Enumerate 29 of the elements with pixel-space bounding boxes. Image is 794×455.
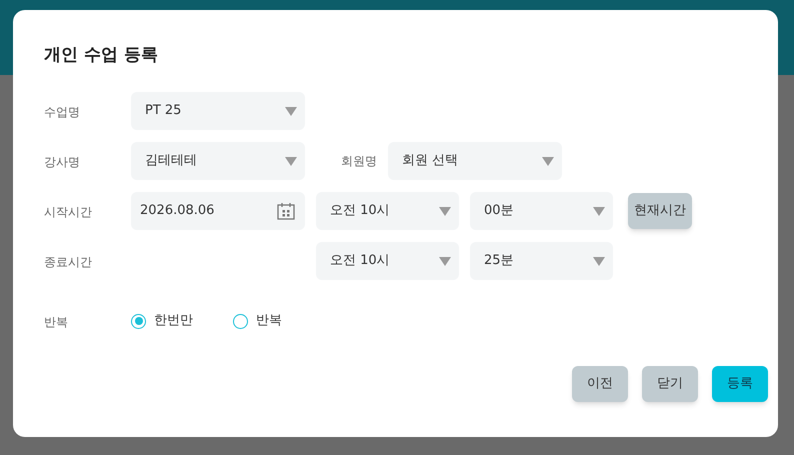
radio-option[interactable]: 한번만: [131, 311, 193, 331]
field-label: 회원명: [341, 153, 377, 170]
dropdown[interactable]: 김테테테: [131, 142, 305, 180]
register-button[interactable]: 등록: [712, 366, 768, 402]
radio-option[interactable]: 반복: [233, 311, 282, 331]
field-label: 종료시간: [44, 255, 92, 269]
dropdown[interactable]: PT 25: [131, 92, 305, 130]
caret-icon: [285, 156, 297, 166]
caret-icon: [593, 256, 605, 266]
field-label: 시작시간: [44, 205, 92, 219]
dialog-title: 개인 수업 등록: [44, 44, 159, 67]
field-label: 강사명: [44, 155, 80, 169]
caret-icon: [285, 106, 297, 116]
caret-icon: [439, 256, 451, 266]
dropdown[interactable]: 25분: [470, 242, 613, 280]
caret-icon: [439, 206, 451, 216]
calendar-icon: [277, 202, 295, 220]
caret-icon: [542, 156, 554, 166]
dropdown[interactable]: 회원 선택: [388, 142, 562, 180]
dialog-button[interactable]: 닫기: [642, 366, 698, 402]
current-time-button[interactable]: 현재시간: [628, 193, 692, 229]
field-label: 수업명: [44, 105, 80, 119]
dropdown[interactable]: 오전 10시: [316, 192, 459, 230]
caret-icon: [593, 206, 605, 216]
field-label: 반복: [44, 315, 68, 329]
dialog-button[interactable]: 이전: [572, 366, 628, 402]
dropdown[interactable]: 00분: [470, 192, 613, 230]
dropdown[interactable]: 오전 10시: [316, 242, 459, 280]
date-field[interactable]: 2026.08.06: [131, 192, 305, 230]
